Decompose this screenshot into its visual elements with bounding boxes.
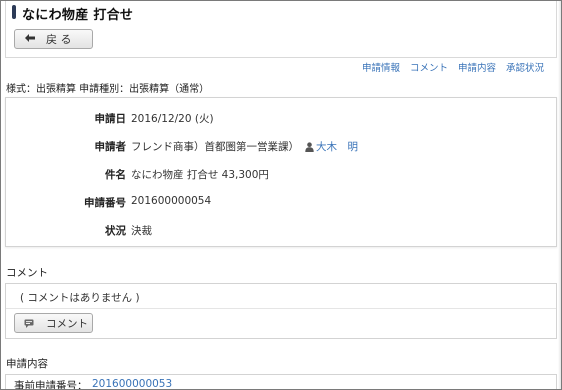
back-button[interactable]: 戻 る	[14, 29, 93, 49]
info-row-subject: 件名 なにわ物産 打合せ 43,300円	[6, 164, 556, 184]
arrow-left-icon	[25, 33, 35, 45]
date-value: 2016/12/20 (火)	[131, 113, 214, 125]
speech-bubble-icon	[24, 319, 34, 328]
title-marker	[12, 5, 16, 19]
add-comment-button-label: コメント	[46, 317, 88, 330]
section-nav: 申請情報 コメント 申請内容 承認状況	[362, 60, 544, 74]
applicant-label: 申請者	[94, 141, 127, 153]
comments-panel: ( コメントはありません ) コメント	[5, 283, 557, 339]
nav-link-application-content[interactable]: 申請内容	[458, 60, 496, 74]
prior-application-link[interactable]: 201600000053	[92, 378, 172, 389]
nav-link-application-info[interactable]: 申請情報	[362, 60, 400, 74]
number-label: 申請番号	[84, 197, 126, 209]
scrollbar-edge	[558, 1, 561, 389]
number-value: 201600000054	[131, 195, 212, 207]
application-detail-panel: 事前申請番号： 201600000053	[5, 374, 557, 390]
info-row-status: 状況 決裁	[6, 220, 556, 240]
applicant-name-link[interactable]: 大木 明	[316, 139, 358, 154]
add-comment-button[interactable]: コメント	[14, 313, 93, 333]
applicant-value: フレンド商事）首都圏第一営業課） 大木 明	[131, 139, 358, 154]
back-button-label: 戻 る	[46, 33, 72, 46]
no-comments-text: ( コメントはありません )	[20, 292, 140, 304]
header-panel: なにわ物産 打合せ 戻 る	[5, 1, 557, 58]
subject-label: 件名	[105, 169, 126, 181]
form-type-text: 様式：出張精算 申請種別：出張精算（通常）	[6, 84, 210, 95]
person-icon	[305, 141, 314, 152]
applicant-org: フレンド商事）首都圏第一営業課）	[131, 141, 299, 153]
date-label: 申請日	[94, 113, 127, 125]
comments-section-title: コメント	[6, 267, 48, 279]
prior-application-label: 事前申請番号：	[14, 380, 88, 390]
nav-link-comments[interactable]: コメント	[410, 60, 448, 74]
status-label: 状況	[105, 225, 126, 237]
nav-link-approval-status[interactable]: 承認状況	[506, 60, 544, 74]
subject-value: なにわ物産 打合せ 43,300円	[131, 169, 269, 181]
comments-divider	[6, 308, 556, 309]
info-row-date: 申請日 2016/12/20 (火)	[6, 108, 556, 128]
info-row-number: 申請番号 201600000054	[6, 192, 556, 212]
page-frame: なにわ物産 打合せ 戻 る 申請情報 コメント 申請内容 承認状況 様式：出張精…	[0, 0, 562, 390]
status-value: 決裁	[131, 225, 152, 237]
detail-section-title: 申請内容	[6, 358, 48, 370]
info-row-applicant: 申請者 フレンド商事）首都圏第一営業課） 大木 明	[6, 136, 556, 156]
page-title: なにわ物産 打合せ	[22, 8, 134, 23]
application-info-panel: 申請日 2016/12/20 (火) 申請者 フレンド商事）首都圏第一営業課） …	[5, 97, 557, 247]
